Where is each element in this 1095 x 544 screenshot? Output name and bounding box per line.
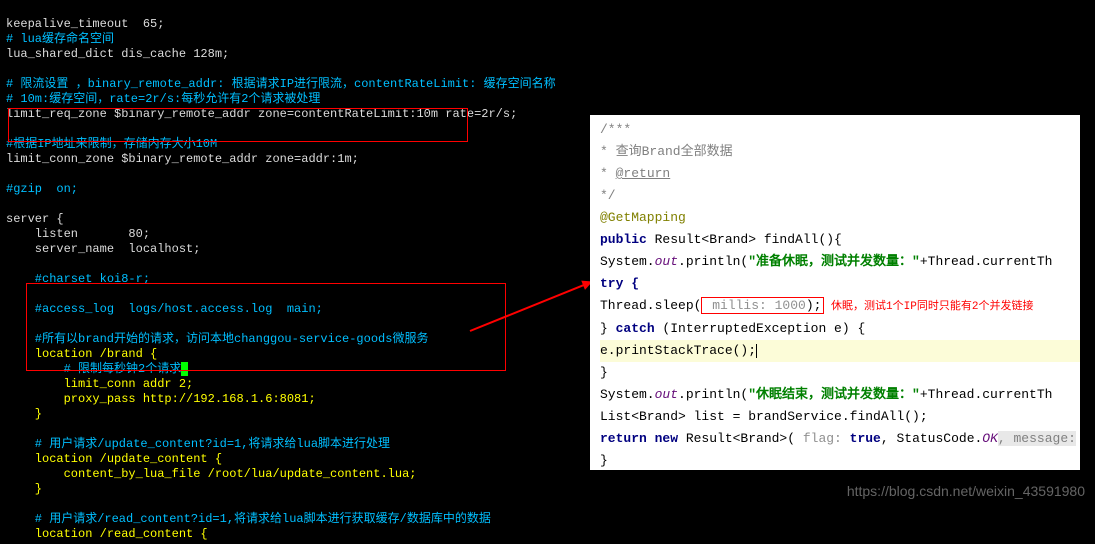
comment: # 用户请求/read_content?id=1,将请求给lua脚本进行获取缓存… (6, 512, 491, 526)
java-ide-panel: /*** * 查询Brand全部数据 * @return */ @GetMapp… (590, 115, 1080, 470)
line: location /update_content { (6, 452, 222, 466)
javadoc: /*** (600, 119, 1080, 141)
line: limit_conn addr 2; (6, 377, 193, 391)
code: Result<Brand>( (678, 431, 795, 446)
line: server { (6, 212, 64, 226)
line: server_name localhost; (6, 242, 200, 256)
watermark: https://blog.csdn.net/weixin_43591980 (847, 483, 1085, 499)
comment: # 用户请求/update_content?id=1,将请求给lua脚本进行处理 (6, 437, 390, 451)
inline-comment: 休眠，测试1个IP同时只能有2个并发链接 (824, 301, 1033, 313)
method-signature: Result<Brand> findAll(){ (647, 232, 842, 247)
field: out (655, 387, 678, 402)
keyword: try { (600, 276, 639, 291)
code: List<Brand> list = brandService.findAll(… (600, 406, 1080, 428)
annotation: @GetMapping (600, 207, 1080, 229)
line: content_by_lua_file /root/lua/update_con… (6, 467, 416, 481)
code: } (600, 450, 1080, 470)
field: OK (982, 431, 998, 446)
line: proxy_pass http://192.168.1.6:8081; (6, 392, 316, 406)
code: (InterruptedException e) { (655, 321, 866, 336)
line: lua_shared_dict dis_cache 128m; (6, 47, 229, 61)
line: listen 80; (6, 227, 150, 241)
line: keepalive_timeout 65; (6, 17, 164, 31)
code: +Thread.currentTh (920, 254, 1053, 269)
line: limit_conn_zone $binary_remote_addr zone… (6, 152, 359, 166)
comment: #gzip on; (6, 182, 78, 196)
code: e.printStackTrace(); (600, 343, 756, 358)
highlight-box-location-brand (26, 283, 506, 371)
comment: # 限流设置 ，binary_remote_addr: 根据请求IP进行限流，c… (6, 77, 556, 91)
keyword: catch (616, 321, 655, 336)
highlight-box-limit-conn-zone (8, 108, 468, 142)
javadoc: * 查询Brand全部数据 (600, 141, 1080, 163)
caret-icon (756, 343, 757, 358)
javadoc: */ (600, 185, 1080, 207)
code: , StatusCode. (881, 431, 982, 446)
param-hint: , message: (998, 431, 1076, 446)
code: ); (806, 298, 822, 313)
code: Thread.sleep( (600, 298, 701, 313)
keyword: public (600, 232, 647, 247)
javadoc-tag: @return (616, 166, 671, 181)
string: "休眠结束，测试并发数量：" (748, 387, 920, 402)
keyword: true (850, 431, 881, 446)
code: } (600, 321, 616, 336)
comment: # lua缓存命名空间 (6, 32, 114, 46)
param-hint: flag: (795, 431, 850, 446)
code: .println( (678, 387, 748, 402)
comment: # 10m:缓存空间，rate=2r/s:每秒允许有2个请求被处理 (6, 92, 320, 106)
param-hint: millis: 1000 (704, 298, 805, 313)
code: } (600, 362, 1080, 384)
line: } (6, 482, 42, 496)
string: "准备休眠，测试并发数量：" (748, 254, 920, 269)
code: .println( (678, 254, 748, 269)
nginx-config-terminal: keepalive_timeout 65; # lua缓存命名空间 lua_sh… (0, 0, 580, 544)
line: location /read_content { (6, 527, 208, 541)
line: } (6, 407, 42, 421)
code: System. (600, 387, 655, 402)
keyword: return new (600, 431, 678, 446)
code: +Thread.currentTh (920, 387, 1053, 402)
javadoc: * (600, 166, 616, 181)
field: out (655, 254, 678, 269)
code: System. (600, 254, 655, 269)
